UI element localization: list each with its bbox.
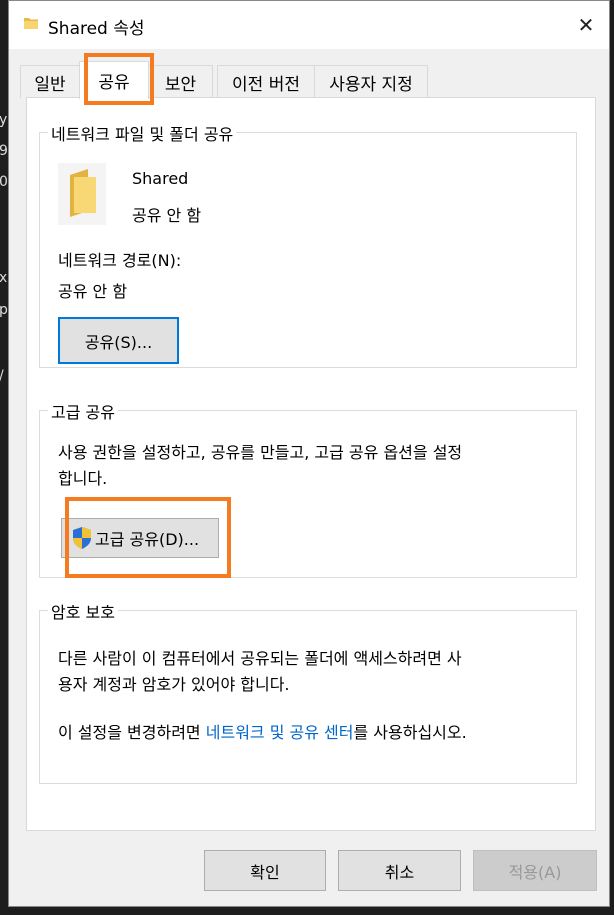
background-text: p [0, 302, 8, 318]
network-sharing-center-link[interactable]: 네트워크 및 공유 센터 [206, 723, 354, 742]
tab-general[interactable]: 일반 [20, 65, 80, 98]
advanced-sharing-description: 합니다. [58, 469, 108, 488]
dialog-title: Shared 속성 [48, 19, 145, 39]
group-title: 고급 공유 [48, 399, 118, 423]
tab-security[interactable]: 보안 [148, 65, 213, 98]
close-icon: ✕ [577, 13, 595, 37]
tab-customize[interactable]: 사용자 지정 [314, 65, 428, 98]
hint-prefix: 이 설정을 변경하려면 [58, 723, 206, 742]
group-title: 네트워크 파일 및 폴더 공유 [48, 121, 237, 145]
background-text: x [0, 270, 8, 286]
background-text: / [0, 368, 4, 384]
password-protection-group: 암호 보호 다른 사람이 이 컴퓨터에서 공유되는 폴더에 액세스하려면 사 용… [39, 599, 577, 784]
password-protection-text: 다른 사람이 이 컴퓨터에서 공유되는 폴더에 액세스하려면 사 [58, 649, 462, 668]
shield-icon [73, 527, 91, 549]
advanced-sharing-button-label: 고급 공유(D)... [95, 530, 200, 549]
folder-icon [58, 163, 106, 225]
password-protection-hint: 이 설정을 변경하려면 네트워크 및 공유 센터를 사용하십시오. [58, 719, 467, 743]
cancel-button[interactable]: 취소 [338, 850, 461, 891]
folder-name: Shared [132, 169, 189, 188]
advanced-sharing-group: 고급 공유 사용 권한을 설정하고, 공유를 만들고, 고급 공유 옵션을 설정… [39, 399, 577, 578]
background-text: y [0, 112, 8, 128]
advanced-sharing-description: 사용 권한을 설정하고, 공유를 만들고, 고급 공유 옵션을 설정 [58, 443, 463, 462]
apply-button[interactable]: 적용(A) [473, 850, 597, 891]
network-sharing-group: 네트워크 파일 및 폴더 공유 Shared 공유 안 함 네트워크 경로(N)… [39, 121, 577, 368]
title-bar: Shared 속성 ✕ [9, 1, 609, 49]
group-title: 암호 보호 [48, 599, 118, 623]
close-button[interactable]: ✕ [563, 1, 609, 49]
folder-icon [24, 18, 38, 29]
network-path-label: 네트워크 경로(N): [58, 251, 182, 270]
tab-previous-versions[interactable]: 이전 버전 [217, 65, 315, 98]
ok-button[interactable]: 확인 [204, 850, 326, 891]
properties-dialog: Shared 속성 ✕ 일반 공유 보안 이전 버전 사용자 지정 네트워크 파… [8, 0, 610, 907]
hint-suffix: 를 사용하십시오. [353, 723, 467, 742]
password-protection-text: 용자 계정과 암호가 있어야 합니다. [58, 675, 290, 694]
sharing-panel: 네트워크 파일 및 폴더 공유 Shared 공유 안 함 네트워크 경로(N)… [26, 97, 596, 831]
tab-sharing[interactable]: 공유 [79, 61, 149, 99]
background-text: 9 [0, 143, 8, 159]
network-path-value: 공유 안 함 [58, 282, 128, 301]
folder-share-status: 공유 안 함 [132, 206, 202, 225]
advanced-sharing-button[interactable]: 고급 공유(D)... [61, 518, 219, 558]
share-button[interactable]: 공유(S)... [58, 317, 179, 364]
background-text: 0 [0, 174, 8, 190]
